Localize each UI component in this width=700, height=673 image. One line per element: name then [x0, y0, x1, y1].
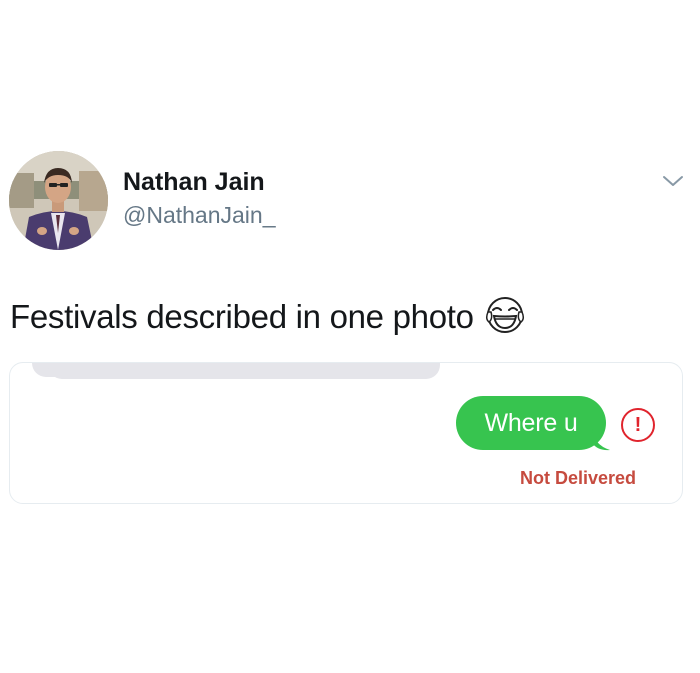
- previous-message-bubble: [48, 363, 440, 379]
- tweet-text-content: Festivals described in one photo: [10, 298, 474, 335]
- avatar-photo: [9, 151, 108, 250]
- tweet-text: Festivals described in one photo: [10, 295, 525, 336]
- avatar[interactable]: [9, 151, 108, 250]
- exclamation-icon[interactable]: !: [621, 408, 655, 442]
- media-card[interactable]: Where u ! Not Delivered: [9, 362, 683, 504]
- author-handle[interactable]: @NathanJain_: [123, 202, 276, 229]
- delivery-status: Not Delivered: [520, 468, 637, 488]
- message-tail: [592, 429, 610, 451]
- author-name[interactable]: Nathan Jain: [123, 168, 265, 197]
- sent-message-bubble: Where u: [456, 396, 606, 450]
- laughing-crying-emoji-icon: [485, 297, 524, 333]
- chevron-down-icon[interactable]: [660, 172, 686, 192]
